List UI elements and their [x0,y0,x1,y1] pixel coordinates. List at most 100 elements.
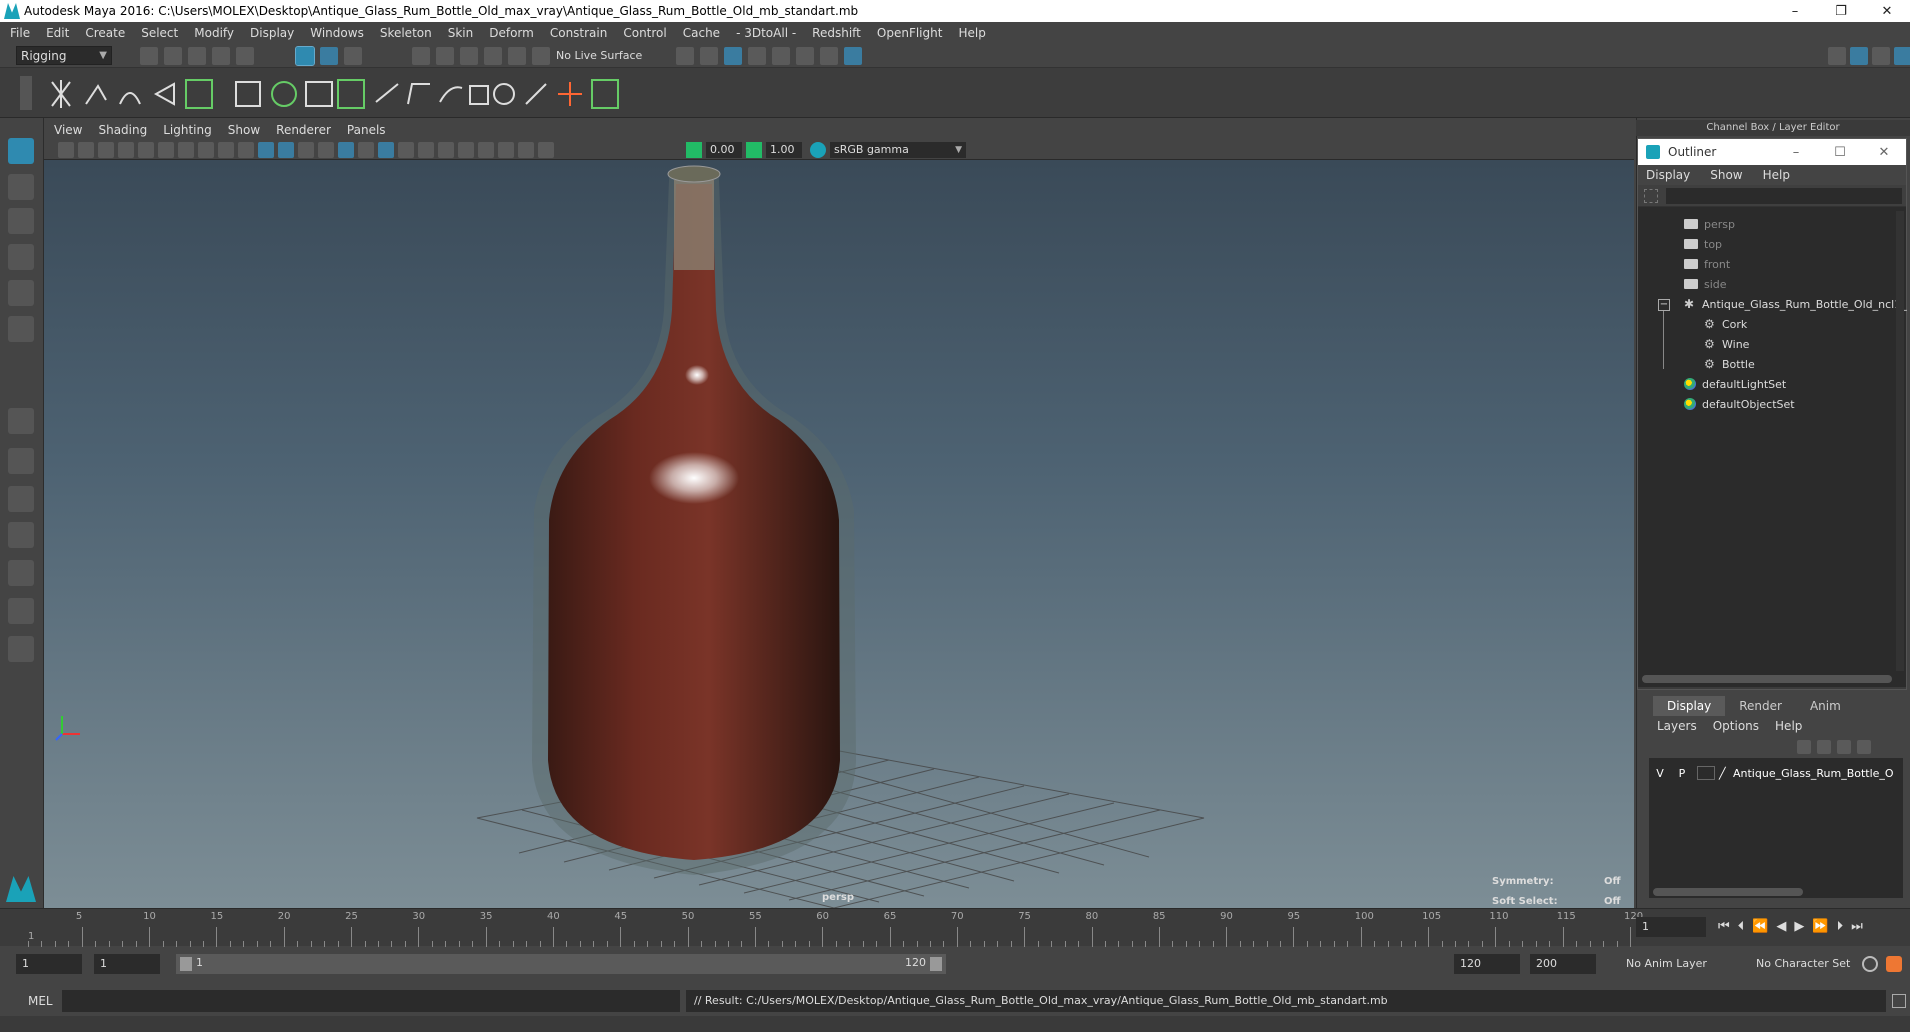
gamma-field[interactable]: 1.00 [766,142,802,158]
scale-tool-icon[interactable] [8,316,34,342]
step-back-icon[interactable]: ⏴ [1738,919,1745,934]
menu-openflight[interactable]: OpenFlight [877,26,943,40]
ambient-occlusion-icon[interactable] [418,142,434,158]
mirror-joint-icon[interactable] [185,79,213,109]
close-button[interactable]: ✕ [1864,0,1910,22]
grid-toggle-icon[interactable] [118,142,134,158]
outliner-menu-display[interactable]: Display [1646,168,1690,182]
smooth-shade-icon[interactable] [278,142,294,158]
scale-constraint-icon[interactable] [469,85,489,105]
outliner-item-cork[interactable]: ⚙ Cork [1704,315,1747,333]
outliner-vertical-scrollbar[interactable] [1896,211,1904,671]
outliner-item-bottle-group[interactable]: ✱ Antique_Glass_Rum_Bottle_Old_ncl1_ [1684,295,1907,313]
layer-horizontal-scrollbar[interactable] [1653,888,1803,896]
move-layer-up-icon[interactable] [1797,740,1811,754]
new-layer-from-selected-icon[interactable] [1857,740,1871,754]
layer-visibility-toggle[interactable]: V [1649,767,1671,780]
command-input[interactable] [62,990,680,1012]
panel-menu-shading[interactable]: Shading [98,123,147,137]
outliner-layout-icon[interactable] [8,598,34,624]
paint-weights-icon[interactable] [271,81,297,107]
anti-aliasing-icon[interactable] [458,142,474,158]
open-scene-icon[interactable] [164,47,182,65]
select-tool-icon[interactable] [8,138,34,164]
range-end-handle[interactable] [930,957,942,971]
range-start-handle[interactable] [180,957,192,971]
shelf-tab-handle[interactable] [20,76,32,110]
menu-file[interactable]: File [10,26,30,40]
layer-menu-help[interactable]: Help [1775,719,1802,733]
render-settings-icon[interactable] [796,47,814,65]
panel-menu-lighting[interactable]: Lighting [163,123,212,137]
wireframe-icon[interactable] [258,142,274,158]
character-set-dropdown[interactable]: No Character Set [1750,954,1870,974]
menu-deform[interactable]: Deform [489,26,534,40]
outliner-search-input[interactable] [1666,188,1902,204]
filter-icon[interactable] [1644,189,1658,203]
layer-row[interactable]: V P ╱ Antique_Glass_Rum_Bottle_O [1649,764,1903,782]
panel-menu-view[interactable]: View [54,123,82,137]
menu-redshift[interactable]: Redshift [812,26,861,40]
layer-menu-layers[interactable]: Layers [1657,719,1697,733]
outliner-item-persp[interactable]: persp [1684,215,1735,233]
new-layer-icon[interactable] [1837,740,1851,754]
cluster-icon[interactable] [337,79,365,109]
menu-skin[interactable]: Skin [448,26,474,40]
time-slider[interactable]: 1 5 10 15 20 25 30 35 40 45 50 55 60 65 70 75 80 85 90 95 1… [0,908,1910,947]
modeling-toolkit-icon[interactable] [1828,47,1846,65]
snap-curve-icon[interactable] [436,47,454,65]
menu-control[interactable]: Control [623,26,666,40]
outliner-item-wine[interactable]: ⚙ Wine [1704,335,1749,353]
menu-cache[interactable]: Cache [683,26,720,40]
panel-menu-panels[interactable]: Panels [347,123,386,137]
skin-bind-icon[interactable] [235,81,261,107]
minimize-button[interactable]: – [1772,0,1818,22]
menu-windows[interactable]: Windows [310,26,364,40]
viewport-persp[interactable]: persp Symmetry: Off Soft Select: Off [44,160,1634,912]
menu-edit[interactable]: Edit [46,26,69,40]
layer-playback-toggle[interactable]: P [1671,767,1693,780]
ik-handle-icon[interactable] [85,84,107,105]
tool-settings-icon[interactable] [1872,47,1890,65]
xray-icon[interactable] [378,142,394,158]
current-frame-field[interactable]: 1 [1636,917,1706,937]
joint-tool-icon[interactable] [51,80,71,108]
two-d-pan-icon[interactable] [518,142,534,158]
textured-icon[interactable] [318,142,334,158]
motion-blur-icon[interactable] [438,142,454,158]
pole-vector-icon[interactable] [525,83,547,105]
playback-end-field[interactable]: 120 [1454,954,1520,974]
gamma-icon[interactable] [746,142,762,158]
tab-anim[interactable]: Anim [1796,696,1855,716]
redo-icon[interactable] [236,47,254,65]
collapse-toggle-icon[interactable]: − [1658,299,1670,311]
menu-3dtoall[interactable]: - 3DtoAll - [736,26,796,40]
snap-view-plane-icon[interactable] [484,47,502,65]
shadows-icon[interactable] [358,142,374,158]
step-forward-icon[interactable]: ⏵ [1837,919,1844,934]
step-forward-key-icon[interactable]: ⏩ [1812,919,1828,934]
point-constraint-icon[interactable] [407,83,430,105]
exposure-field[interactable]: 0.00 [706,142,742,158]
hypershade-layout-icon[interactable] [8,560,34,586]
auto-key-icon[interactable] [1862,956,1878,972]
time-ruler[interactable]: 1 5 10 15 20 25 30 35 40 45 50 55 60 65 70 75 80 85 90 95 1… [26,909,1643,947]
menu-create[interactable]: Create [85,26,125,40]
animation-start-field[interactable]: 1 [16,954,82,974]
camera-attributes-icon[interactable] [58,142,74,158]
maximize-button[interactable]: ❐ [1818,0,1864,22]
four-view-layout-icon[interactable] [8,448,34,474]
isolate-select-icon[interactable] [398,142,414,158]
menu-set-dropdown[interactable]: Rigging ▼ [16,46,112,65]
aim-constraint-icon[interactable] [493,83,515,105]
channel-box-icon[interactable] [1894,47,1910,65]
graph-editor-layout-icon[interactable] [8,522,34,548]
resolution-gate-icon[interactable] [158,142,174,158]
menu-help[interactable]: Help [958,26,985,40]
move-layer-down-icon[interactable] [1817,740,1831,754]
outliner-item-top[interactable]: top [1684,235,1722,253]
magnet-icon[interactable] [532,47,550,65]
script-editor-icon[interactable] [1892,994,1906,1008]
insert-joint-icon[interactable] [153,82,175,106]
snap-grid-icon[interactable] [412,47,430,65]
